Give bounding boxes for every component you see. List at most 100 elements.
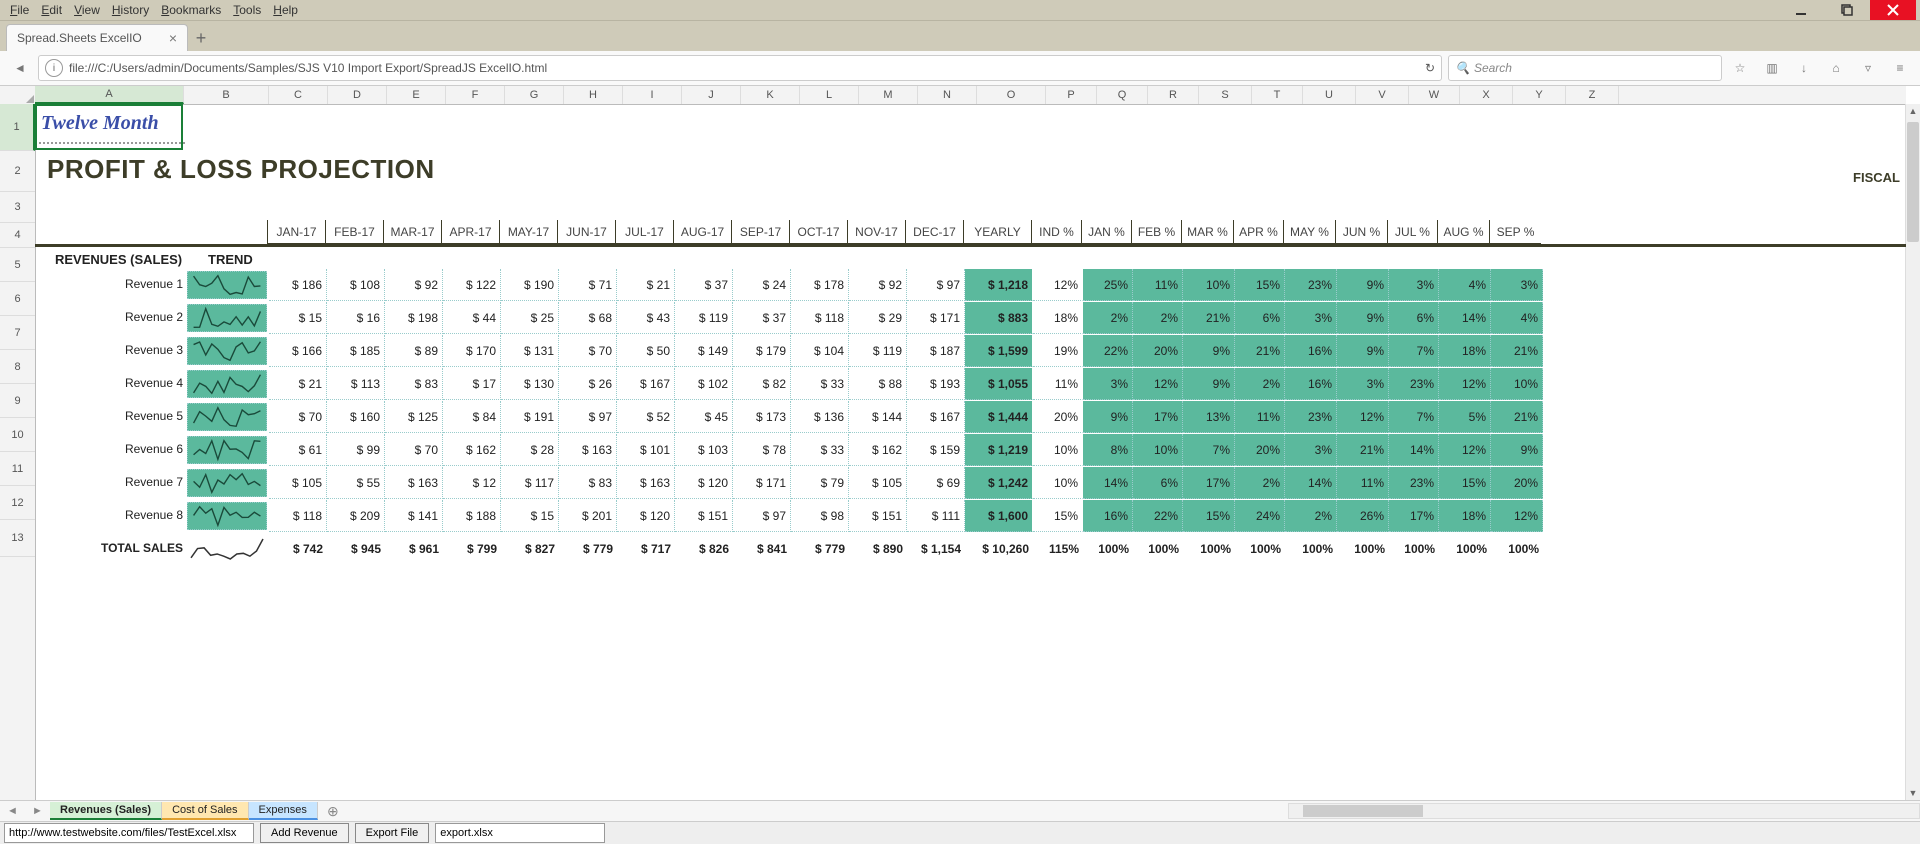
cell[interactable]: $ 1,444	[965, 401, 1033, 433]
import-url-input[interactable]	[4, 823, 254, 843]
cell[interactable]: 14%	[1083, 467, 1133, 499]
cell[interactable]: 100%	[1389, 533, 1439, 565]
col-header-N[interactable]: N	[918, 86, 977, 104]
row-header-7[interactable]: 7	[0, 316, 35, 350]
cell[interactable]: 18%	[1439, 335, 1491, 367]
row-header-1[interactable]: 1	[0, 104, 35, 151]
cell[interactable]: $ 1,600	[965, 500, 1033, 532]
pocket-icon[interactable]: ▿	[1856, 56, 1880, 80]
menu-file[interactable]: File	[4, 3, 35, 17]
cell[interactable]: 21%	[1491, 401, 1543, 433]
cell[interactable]: 2%	[1133, 302, 1183, 334]
cell[interactable]: 16%	[1285, 335, 1337, 367]
cell[interactable]: $ 89	[385, 335, 443, 367]
cell[interactable]: 3%	[1389, 269, 1439, 301]
cell[interactable]: $ 167	[617, 368, 675, 400]
cell[interactable]: $ 120	[675, 467, 733, 499]
cell[interactable]: $ 945	[327, 533, 385, 565]
cell[interactable]: $ 15	[501, 500, 559, 532]
select-all-corner[interactable]	[0, 86, 36, 105]
cell[interactable]: 12%	[1133, 368, 1183, 400]
col-header-Q[interactable]: Q	[1097, 86, 1148, 104]
cell[interactable]: $ 83	[559, 467, 617, 499]
cell[interactable]: 23%	[1389, 368, 1439, 400]
cell[interactable]: $ 827	[501, 533, 559, 565]
cell[interactable]: 12%	[1439, 434, 1491, 466]
back-button[interactable]: ◄	[8, 56, 32, 80]
row-header-9[interactable]: 9	[0, 384, 35, 418]
menu-help[interactable]: Help	[267, 3, 304, 17]
cell[interactable]: 4%	[1491, 302, 1543, 334]
cell[interactable]: $ 50	[617, 335, 675, 367]
cell[interactable]: 21%	[1183, 302, 1235, 334]
col-header-O[interactable]: O	[977, 86, 1046, 104]
cell[interactable]: $ 191	[501, 401, 559, 433]
cell[interactable]: 3%	[1083, 368, 1133, 400]
cell[interactable]: 22%	[1133, 500, 1183, 532]
col-header-Y[interactable]: Y	[1513, 86, 1566, 104]
cell[interactable]: 15%	[1033, 500, 1083, 532]
col-header-E[interactable]: E	[387, 86, 446, 104]
sheet-tab-revenues[interactable]: Revenues (Sales)	[50, 802, 162, 820]
cell[interactable]: 17%	[1183, 467, 1235, 499]
row-header-11[interactable]: 11	[0, 452, 35, 486]
cell[interactable]: $ 78	[733, 434, 791, 466]
cell[interactable]: $ 185	[327, 335, 385, 367]
col-header-M[interactable]: M	[859, 86, 918, 104]
menu-bookmarks[interactable]: Bookmarks	[155, 3, 227, 17]
cell[interactable]: 15%	[1183, 500, 1235, 532]
cell[interactable]: 7%	[1389, 401, 1439, 433]
cell[interactable]: $ 29	[849, 302, 907, 334]
home-icon[interactable]: ⌂	[1824, 56, 1848, 80]
col-header-I[interactable]: I	[623, 86, 682, 104]
cell[interactable]: 9%	[1083, 401, 1133, 433]
cell[interactable]: 12%	[1337, 401, 1389, 433]
sheet-tab-expenses[interactable]: Expenses	[249, 802, 318, 820]
cell[interactable]: 7%	[1389, 335, 1439, 367]
address-field[interactable]: i file:///C:/Users/admin/Documents/Sampl…	[38, 55, 1442, 81]
cell[interactable]: $ 104	[791, 335, 849, 367]
grid-body[interactable]: Twelve Month PROFIT & LOSS PROJECTION FI…	[35, 104, 1906, 800]
cell[interactable]: 8%	[1083, 434, 1133, 466]
cell[interactable]: $ 1,219	[965, 434, 1033, 466]
cell[interactable]: $ 68	[559, 302, 617, 334]
cell[interactable]: 10%	[1183, 269, 1235, 301]
cell[interactable]: $ 119	[849, 335, 907, 367]
cell[interactable]: 3%	[1491, 269, 1543, 301]
cell[interactable]: 11%	[1033, 368, 1083, 400]
cell[interactable]: 7%	[1183, 434, 1235, 466]
row-header-12[interactable]: 12	[0, 486, 35, 520]
col-header-F[interactable]: F	[446, 86, 505, 104]
sheet-tab-cost[interactable]: Cost of Sales	[162, 802, 248, 820]
cell[interactable]: 18%	[1439, 500, 1491, 532]
cell[interactable]: $ 163	[617, 467, 675, 499]
cell[interactable]: $ 33	[791, 434, 849, 466]
cell[interactable]: $ 111	[907, 500, 965, 532]
close-tab-icon[interactable]: ×	[169, 30, 177, 46]
cell[interactable]: $ 961	[385, 533, 443, 565]
cell[interactable]: $ 890	[849, 533, 907, 565]
cell[interactable]: $ 12	[443, 467, 501, 499]
cell[interactable]: 21%	[1491, 335, 1543, 367]
cell[interactable]: $ 21	[617, 269, 675, 301]
scroll-down-icon[interactable]: ▼	[1906, 786, 1920, 800]
cell[interactable]: 3%	[1337, 368, 1389, 400]
row-header-10[interactable]: 10	[0, 418, 35, 452]
cell[interactable]: $ 70	[559, 335, 617, 367]
scroll-up-icon[interactable]: ▲	[1906, 104, 1920, 118]
new-sheet-button[interactable]: ⊕	[318, 803, 348, 820]
cell[interactable]: $ 45	[675, 401, 733, 433]
cell[interactable]: $ 190	[501, 269, 559, 301]
active-cell[interactable]: Twelve Month	[35, 104, 183, 150]
cell[interactable]: $ 33	[791, 368, 849, 400]
cell[interactable]: $ 118	[791, 302, 849, 334]
cell[interactable]: 115%	[1033, 533, 1083, 565]
cell[interactable]: 10%	[1033, 434, 1083, 466]
cell[interactable]: 12%	[1439, 368, 1491, 400]
cell[interactable]: 100%	[1133, 533, 1183, 565]
cell[interactable]: 2%	[1285, 500, 1337, 532]
cell[interactable]: $ 70	[269, 401, 327, 433]
cell[interactable]: 100%	[1439, 533, 1491, 565]
sheet-nav[interactable]: ◄►	[0, 805, 50, 817]
cell[interactable]: $ 141	[385, 500, 443, 532]
